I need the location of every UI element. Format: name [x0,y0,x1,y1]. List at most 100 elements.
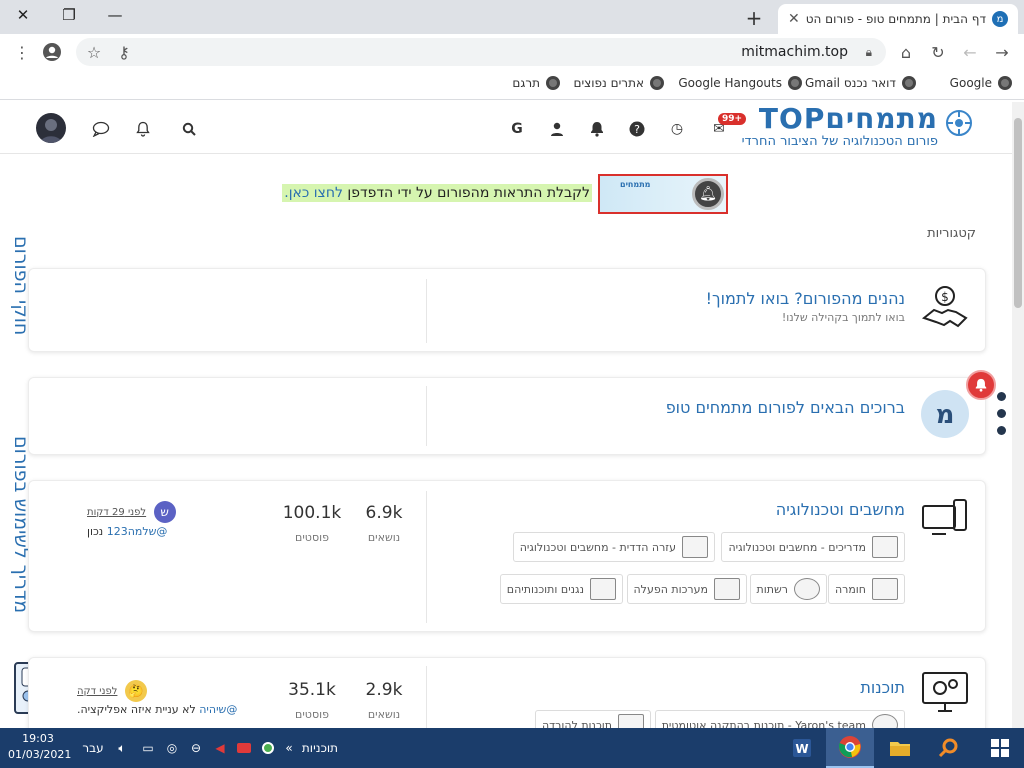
player-icon [590,578,616,600]
bookmark-google[interactable]: Google [950,76,1012,90]
tray-record-icon[interactable] [234,736,254,760]
reload-icon[interactable]: ↻ [928,42,948,62]
category-card-support[interactable]: $ נהנים מהפורום? בואו לתמוך! בואו לתמוך … [28,268,986,352]
site-logo[interactable]: מתמחיםTOP פורום הטכנולוגיה של הציבור החר… [741,102,974,150]
svg-text:W: W [795,742,808,756]
last-post[interactable]: ש לפני 29 דקות [87,501,176,523]
new-tab-button[interactable]: + [742,6,766,30]
last-post-line: @שלמה123 נכון [87,525,167,538]
last-post-time[interactable]: לפני 29 דקות [87,507,146,518]
last-post-user[interactable]: @שלמה123 [107,525,168,538]
floating-bell-icon[interactable] [966,370,996,400]
globe-icon [788,76,802,90]
taskbar-chrome-app[interactable] [826,728,874,768]
notice-image-label: מתמחים [620,180,651,189]
subcategory-guides[interactable]: מדריכים - מחשבים וטכנולוגיה [721,532,905,562]
card-title[interactable]: מחשבים וטכנולוגיה [776,500,905,519]
notice-text: לקבלת התראות מהפורום על ידי הדפדפן לחצו … [282,184,592,202]
card-title[interactable]: ברוכים הבאים לפורום מתמחים טופ [666,398,905,417]
bookmark-popular-sites[interactable]: אתרים נפוצים [574,76,664,90]
chat-icon[interactable] [90,118,112,140]
last-post-time[interactable]: לפני דקה [77,686,117,697]
circuit-logo-icon [946,110,972,136]
subcategory-players[interactable]: נגנים ותוכנותיהם [499,574,623,604]
tab-title: דף הבית | מתמחים טופ - פורום הט [805,12,986,26]
taskbar-search-app[interactable] [924,728,972,768]
subcategory-mutual-help[interactable]: עזרה הדדית - מחשבים וטכנולוגיה [512,532,715,562]
categories-label: קטגוריות [927,226,976,241]
back-icon[interactable]: → [992,42,1012,62]
card-divider [426,491,427,623]
notice-banner-image[interactable]: מתמחים 🔔︎ [598,174,728,214]
page-scrollbar-thumb[interactable] [1014,118,1022,308]
notifications-bell-icon[interactable] [132,118,154,140]
side-dot[interactable] [997,392,1006,401]
subcategory-networks[interactable]: רשתות [749,574,827,604]
books-icon [872,536,898,558]
tray-green-icon[interactable] [258,736,278,760]
recent-clock-icon[interactable]: ◷ [666,118,688,140]
forward-icon[interactable]: ← [960,42,980,62]
taskbar-explorer-app[interactable] [876,728,924,768]
user-avatar[interactable] [36,113,66,143]
os-icon [714,578,740,600]
last-post-avatar[interactable]: ש [153,501,176,523]
key-icon[interactable]: ⚷ [114,42,134,62]
search-icon[interactable] [178,118,200,140]
profile-icon[interactable] [42,42,62,62]
lock-icon[interactable]: 🔒︎ [866,45,872,60]
taskbar-word-app[interactable]: W [778,728,826,768]
programs-toolbar[interactable]: תוכניות [298,736,342,760]
side-dot[interactable] [997,409,1006,418]
posts-count: 100.1k [282,503,342,523]
tray-chat-icon[interactable]: ⊖ [186,736,206,760]
notice-bell-icon: 🔔︎ [692,178,724,210]
globe-network-icon [794,578,820,600]
category-card-welcome[interactable]: מ ברוכים הבאים לפורום מתמחים טופ [28,377,986,455]
users-icon[interactable] [546,118,568,140]
windows-start-icon[interactable] [976,728,1024,768]
card-title[interactable]: נהנים מהפורום? בואו לתמוך! [706,289,905,308]
address-bar-row: ⋮ ☆ ⚷ mitmachim.top 🔒︎ ⌂ ↻ ← → [0,34,1024,70]
topics-count: 6.9k [365,503,403,523]
tray-app-icon[interactable]: ◎ [162,736,182,760]
omnibox[interactable]: ☆ ⚷ mitmachim.top 🔒︎ [76,38,886,66]
subcategory-operating-systems[interactable]: מערכות הפעלה [626,574,747,604]
star-icon[interactable]: ☆ [84,42,104,62]
close-window-icon[interactable]: ✕ [0,0,46,30]
subcategory-hardware[interactable]: חומרה [827,574,905,604]
taskbar-clock[interactable]: 19:03 01/03/2021 [8,731,71,763]
bell-icon[interactable] [586,118,608,140]
help-icon[interactable]: ? [626,118,648,140]
home-icon[interactable]: ⌂ [896,42,916,62]
volume-icon[interactable]: 🔈︎ [112,736,132,760]
url-text: mitmachim.top [741,44,848,60]
bookmark-hangouts[interactable]: Google Hangouts [678,76,802,90]
bookmark-translate[interactable]: תרגם [512,76,560,90]
side-dot[interactable] [997,426,1006,435]
logo-subtitle: פורום הטכנולוגיה של הציבור החרדי [741,134,938,149]
restore-window-icon[interactable]: ❐ [46,0,92,30]
network-icon[interactable]: ▭ [138,736,158,760]
google-icon[interactable]: G [506,118,528,140]
bookmark-gmail[interactable]: דואר נכנס Gmail [805,76,916,90]
tray-expand-icon[interactable]: « [282,736,296,760]
language-indicator[interactable]: עבר [78,736,108,760]
category-card-computers[interactable]: מחשבים וטכנולוגיה מדריכים - מחשבים וטכנו… [28,480,986,632]
browser-tab[interactable]: מ דף הבית | מתמחים טופ - פורום הט ✕ [778,4,1018,34]
last-post-emoji-avatar[interactable]: 🤔 [124,680,147,702]
last-post[interactable]: 🤔 לפני דקה [77,680,147,702]
card-description: בואו לתמוך בקהילה שלנו! [781,311,905,324]
last-post-user[interactable]: @שיהיה [199,703,237,716]
stat-topics: 6.9k נושאים [349,503,419,544]
posts-label: פוסטים [295,708,329,721]
globe-icon [546,76,560,90]
tray-speaker-icon[interactable]: ◀ [210,736,230,760]
forum-logo-icon: מ [919,388,971,440]
posts-label: פוסטים [295,531,329,544]
minimize-window-icon[interactable]: — [92,0,138,30]
notice-link[interactable]: לחצו כאן. [284,185,343,201]
close-tab-icon[interactable]: ✕ [788,11,800,27]
menu-dots-icon[interactable]: ⋮ [12,42,32,62]
card-title[interactable]: תוכנות [860,678,905,697]
